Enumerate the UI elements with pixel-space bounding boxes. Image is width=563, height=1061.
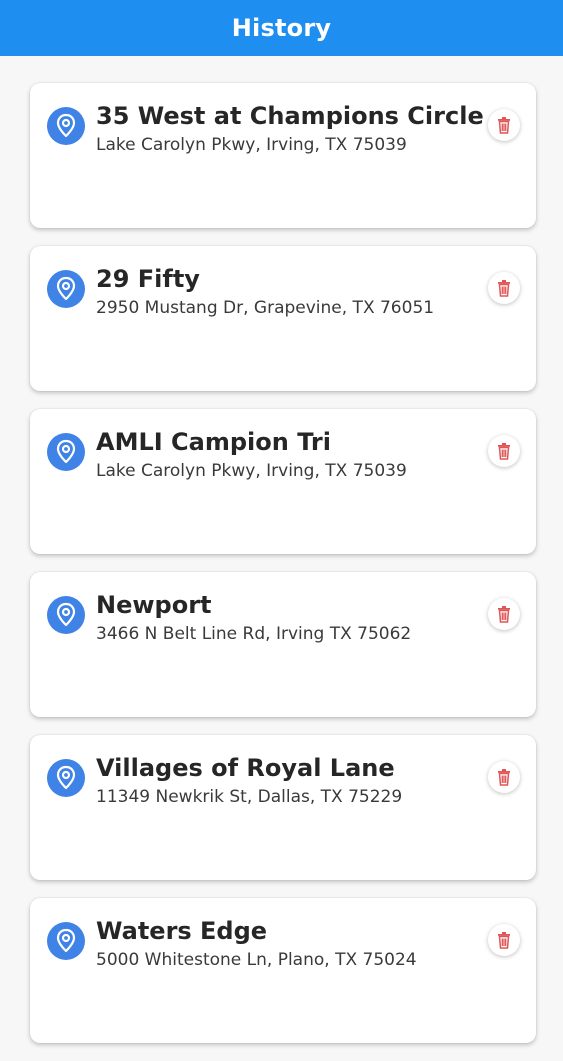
trash-icon [498,769,510,786]
location-pin-icon [47,596,85,634]
page-title: History [231,14,332,42]
delete-button[interactable] [488,435,520,467]
location-pin-icon [47,759,85,797]
history-card[interactable]: AMLI Campion Tri Lake Carolyn Pkwy, Irvi… [30,409,536,554]
location-pin-icon [47,107,85,145]
history-card[interactable]: 35 West at Champions Circle Lake Carolyn… [30,83,536,228]
place-address: 3466 N Belt Line Rd, Irving TX 75062 [96,624,412,644]
place-address: 11349 Newkrik St, Dallas, TX 75229 [96,787,403,807]
place-name: 29 Fifty [96,265,200,293]
delete-button[interactable] [488,272,520,304]
history-card[interactable]: Waters Edge 5000 Whitestone Ln, Plano, T… [30,898,536,1043]
place-name: Villages of Royal Lane [96,754,395,782]
place-address: Lake Carolyn Pkwy, Irving, TX 75039 [96,461,407,481]
trash-icon [498,280,510,297]
delete-button[interactable] [488,761,520,793]
place-name: AMLI Campion Tri [96,428,331,456]
place-address: Lake Carolyn Pkwy, Irving, TX 75039 [96,135,407,155]
location-pin-icon [47,922,85,960]
trash-icon [498,606,510,623]
trash-icon [498,443,510,460]
history-card[interactable]: 29 Fifty 2950 Mustang Dr, Grapevine, TX … [30,246,536,391]
history-card[interactable]: Villages of Royal Lane 11349 Newkrik St,… [30,735,536,880]
trash-icon [498,932,510,949]
history-list: 35 West at Champions Circle Lake Carolyn… [30,83,536,1061]
location-pin-icon [47,270,85,308]
delete-button[interactable] [488,924,520,956]
place-address: 2950 Mustang Dr, Grapevine, TX 76051 [96,298,435,318]
delete-button[interactable] [488,598,520,630]
place-address: 5000 Whitestone Ln, Plano, TX 75024 [96,950,417,970]
delete-button[interactable] [488,109,520,141]
location-pin-icon [47,433,85,471]
place-name: 35 West at Champions Circle [96,102,484,130]
history-card[interactable]: Newport 3466 N Belt Line Rd, Irving TX 7… [30,572,536,717]
place-name: Waters Edge [96,917,268,945]
trash-icon [498,117,510,134]
place-name: Newport [96,591,212,619]
app-header: History [0,0,563,56]
